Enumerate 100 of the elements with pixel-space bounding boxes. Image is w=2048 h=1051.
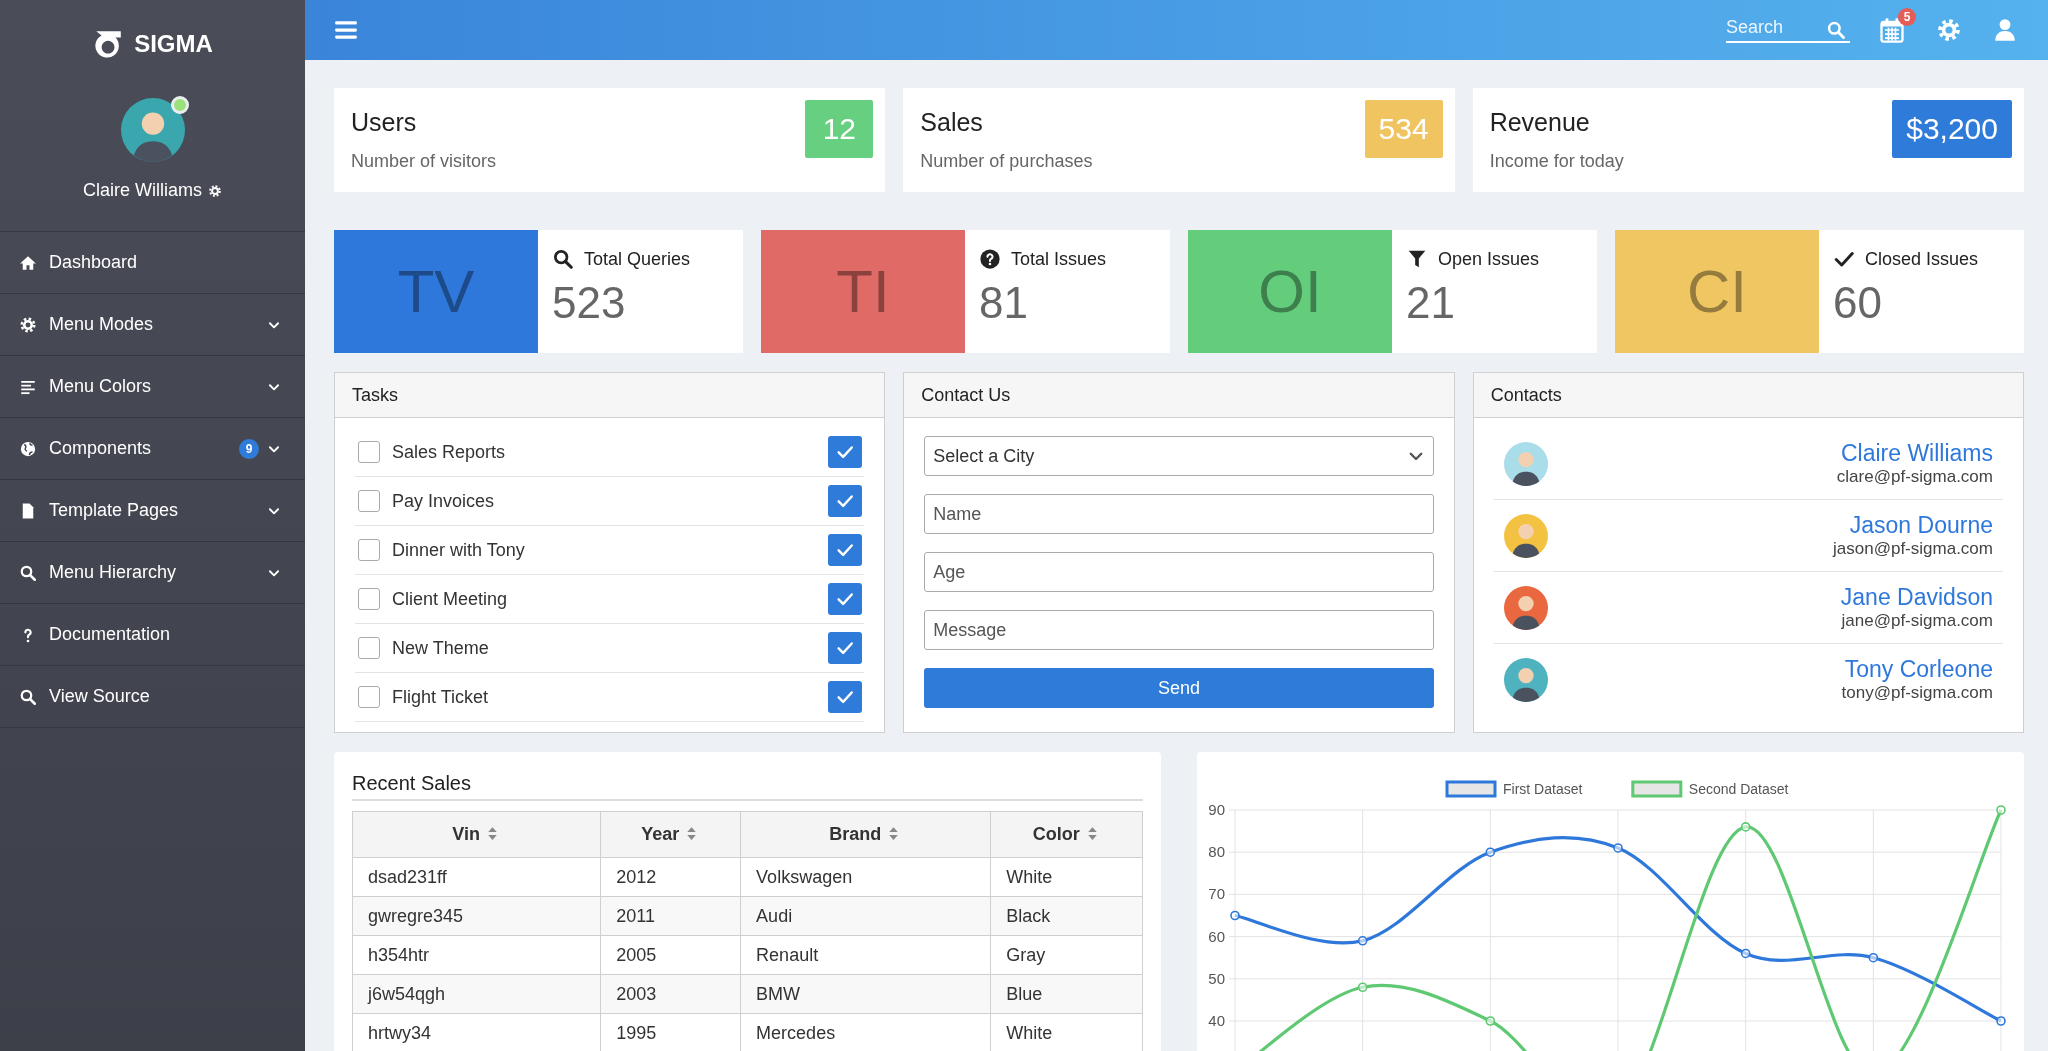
value-badge: 12 xyxy=(805,100,874,158)
checkbox[interactable] xyxy=(358,490,380,512)
table-cell: Gray xyxy=(990,935,1143,975)
menu-item[interactable]: Menu Colors xyxy=(0,356,305,418)
table-cell: Audi xyxy=(740,896,991,936)
check-icon xyxy=(836,688,855,706)
user-name: Claire Williams xyxy=(83,180,202,201)
tile-value: 60 xyxy=(1833,278,1883,328)
done-button[interactable] xyxy=(828,485,863,517)
table-cell: 2005 xyxy=(600,935,741,975)
contact-name[interactable]: Tony Corleone xyxy=(1841,656,1993,683)
menu-item[interactable]: View Source xyxy=(0,666,305,728)
done-button[interactable] xyxy=(828,681,863,713)
data-point xyxy=(1230,910,1240,921)
card-title: Users xyxy=(351,108,418,137)
y-tick-label: 90 xyxy=(1208,801,1225,818)
checkbox[interactable] xyxy=(358,637,380,659)
check-icon xyxy=(836,443,855,461)
input-field[interactable]: Age xyxy=(924,552,1434,592)
tile-label: Open Issues xyxy=(1438,248,1540,270)
contact-name[interactable]: Claire Williams xyxy=(1836,440,1993,467)
data-point xyxy=(1613,843,1623,853)
contact-name[interactable]: Jason Dourne xyxy=(1833,512,1993,539)
task-label: Sales Reports xyxy=(392,441,507,463)
city-dropdown[interactable]: Select a City xyxy=(924,436,1434,476)
globe-icon xyxy=(19,439,37,458)
checkbox[interactable] xyxy=(358,588,380,610)
column-header[interactable]: Brand xyxy=(740,811,991,858)
table-cell: h354htr xyxy=(352,935,601,975)
avatar xyxy=(120,98,185,162)
menu-item[interactable]: Documentation xyxy=(0,604,305,666)
contact-email: jason@pf-sigma.com xyxy=(1833,539,1993,559)
task-label: Client Meeting xyxy=(392,588,509,610)
contact-email: clare@pf-sigma.com xyxy=(1836,467,1993,487)
done-button[interactable] xyxy=(828,436,863,468)
input-field[interactable]: Name xyxy=(924,494,1434,534)
data-point xyxy=(1740,948,1751,959)
logo-text: SIGMA xyxy=(134,30,213,58)
legend-label: First Dataset xyxy=(1503,781,1583,797)
panel-header: Contacts xyxy=(1473,373,2023,418)
panel-header: Contact Us xyxy=(904,373,1454,418)
settings-button[interactable] xyxy=(1936,17,1962,43)
menu-item[interactable]: Template Pages xyxy=(0,480,305,542)
data-point xyxy=(1996,805,2006,815)
table-cell: 2003 xyxy=(600,974,741,1014)
calendar-button[interactable] xyxy=(1878,16,1906,44)
settings-icon xyxy=(208,183,222,198)
data-point xyxy=(1485,1016,1496,1026)
user-icon xyxy=(1992,17,2018,43)
menu-item[interactable]: Dashboard xyxy=(0,232,305,294)
y-tick-label: 70 xyxy=(1208,885,1225,903)
table-cell: White xyxy=(990,857,1143,897)
initials-tile: TI xyxy=(761,230,965,353)
notification-badge: 5 xyxy=(1898,8,1916,26)
table-cell: BMW xyxy=(740,974,991,1014)
search-field[interactable]: Search xyxy=(1726,17,1850,43)
initials-tile: TV xyxy=(334,230,538,353)
tile-label: Closed Issues xyxy=(1865,248,1979,270)
table-cell: dsad231ff xyxy=(352,857,601,897)
tile-value: 21 xyxy=(1406,278,1456,328)
column-header[interactable]: Color xyxy=(990,811,1143,858)
initials-tile: OI xyxy=(1188,230,1392,353)
task-label: Pay Invoices xyxy=(392,490,496,512)
legend-swatch[interactable] xyxy=(1445,780,1497,798)
user-button[interactable] xyxy=(1992,17,2018,43)
table-cell: hrtwy34 xyxy=(352,1013,601,1051)
panel-header: Tasks xyxy=(335,373,885,418)
initials-tile: CI xyxy=(1615,230,1819,353)
check-icon xyxy=(836,492,855,510)
y-tick-label: 80 xyxy=(1208,843,1225,861)
search-icon xyxy=(1826,20,1846,40)
column-header[interactable]: Year xyxy=(600,811,741,858)
done-button[interactable] xyxy=(828,583,863,615)
menu-item[interactable]: Menu Modes xyxy=(0,294,305,356)
checkbox[interactable] xyxy=(358,539,380,561)
legend-swatch[interactable] xyxy=(1631,780,1683,798)
contact-name[interactable]: Jane Davidson xyxy=(1840,584,1993,611)
done-button[interactable] xyxy=(828,534,863,566)
checkbox[interactable] xyxy=(358,686,380,708)
column-header[interactable]: Vin xyxy=(352,811,601,858)
filter-icon xyxy=(1406,248,1428,270)
task-label: New Theme xyxy=(392,637,490,659)
input-field[interactable]: Message xyxy=(924,610,1434,650)
menu-item[interactable]: Menu Hierarchy xyxy=(0,542,305,604)
done-button[interactable] xyxy=(828,632,863,664)
menu-item[interactable]: Components 9 xyxy=(0,418,305,480)
table-cell: Black xyxy=(990,896,1143,936)
value-badge: $3,200 xyxy=(1892,100,2012,158)
table-cell: Blue xyxy=(990,974,1143,1014)
table-cell: Volkswagen xyxy=(740,857,991,897)
card-title: Revenue xyxy=(1489,108,1591,137)
send-button[interactable]: Send xyxy=(924,668,1434,708)
table-cell: j6w54qgh xyxy=(352,974,601,1014)
value-badge: 534 xyxy=(1364,100,1443,158)
check-icon xyxy=(836,590,855,608)
task-label: Flight Ticket xyxy=(392,686,490,708)
settings-icon xyxy=(1936,17,1962,43)
checkbox[interactable] xyxy=(358,441,380,463)
y-tick-label: 40 xyxy=(1208,1012,1225,1029)
y-tick-label: 60 xyxy=(1208,927,1225,945)
